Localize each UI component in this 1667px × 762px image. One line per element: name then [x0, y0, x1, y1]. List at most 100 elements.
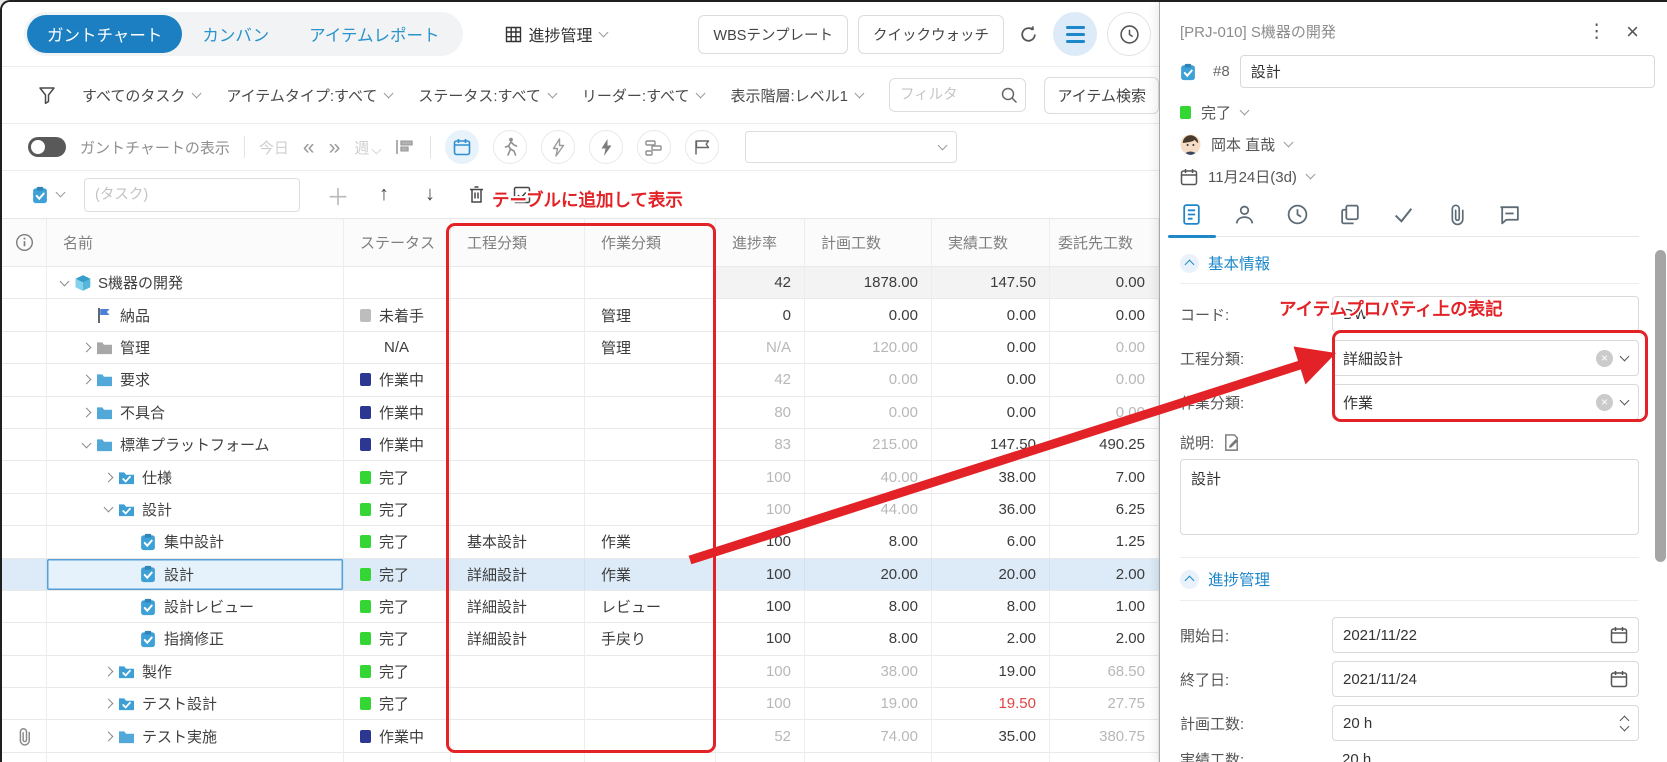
table-row[interactable]: 製作完了10038.0019.0068.50 — [2, 656, 1159, 688]
kotei-cell[interactable]: 詳細設計 — [451, 623, 585, 654]
sagyo-cell[interactable] — [585, 461, 716, 492]
today-button[interactable]: 今日 — [259, 137, 289, 158]
kotei-cell[interactable] — [451, 656, 585, 687]
clear-icon[interactable]: × — [1596, 394, 1613, 411]
task-name-cell[interactable]: 製作 — [47, 656, 344, 687]
sagyo-cell[interactable] — [585, 397, 716, 428]
expand-caret-icon[interactable] — [104, 731, 114, 741]
status-cell[interactable]: 作業中 — [344, 720, 451, 751]
table-row[interactable]: 集中設計完了基本設計作業1008.006.001.25 — [2, 526, 1159, 558]
kotei-cell[interactable]: 詳細設計 — [451, 559, 585, 590]
task-name-cell[interactable]: 管理 — [47, 332, 344, 363]
panel-tab-check-icon[interactable] — [1392, 203, 1416, 227]
kotei-cell[interactable] — [451, 688, 585, 719]
task-name-cell[interactable]: 指摘修正 — [47, 623, 344, 654]
sagyo-cell[interactable] — [585, 494, 716, 525]
table-row[interactable]: 設計完了詳細設計作業10020.0020.002.00 — [2, 559, 1159, 591]
scroll-left-icon[interactable]: « — [303, 137, 315, 158]
item-search-button[interactable]: アイテム検索 — [1044, 77, 1159, 114]
status-select[interactable]: 完了 — [1180, 102, 1639, 123]
table-row[interactable]: 設計レビュー完了詳細設計レビュー1008.008.001.00 — [2, 591, 1159, 623]
move-up-icon[interactable]: ↑ — [364, 183, 404, 206]
expand-caret-icon[interactable] — [104, 472, 114, 482]
status-cell[interactable]: 完了 — [344, 461, 451, 492]
sagyo-cell[interactable] — [585, 267, 716, 298]
status-cell[interactable]: N/A — [344, 332, 451, 363]
kotei-cell[interactable] — [451, 299, 585, 330]
timeline-outline-icon[interactable] — [394, 138, 416, 156]
gantt-bars-button[interactable] — [637, 130, 671, 164]
collapse-icon[interactable] — [1180, 254, 1199, 273]
sagyo-cell[interactable]: レビュー — [585, 591, 716, 622]
collapse-caret-icon[interactable] — [104, 503, 114, 513]
column-header-status[interactable]: ステータス — [344, 219, 451, 266]
item-name-input[interactable] — [1240, 55, 1655, 88]
sagyo-cell[interactable] — [585, 720, 716, 751]
flag-banner-button[interactable] — [685, 130, 719, 164]
bolt-filled-button[interactable] — [589, 130, 623, 164]
kotei-cell[interactable] — [451, 364, 585, 395]
sagyo-cell[interactable]: 手戻り — [585, 623, 716, 654]
scroll-right-icon[interactable]: » — [329, 137, 341, 158]
filter-item-type[interactable]: アイテムタイプ:すべて — [226, 85, 392, 106]
sagyo-cell[interactable]: 作業 — [585, 559, 716, 590]
move-down-icon[interactable]: ↓ — [410, 183, 450, 206]
expand-caret-icon[interactable] — [82, 407, 92, 417]
history-clock-button[interactable] — [1107, 12, 1151, 56]
column-header-outsourced[interactable]: 委託先工数 — [1050, 219, 1159, 266]
kotei-cell[interactable] — [451, 332, 585, 363]
table-row[interactable]: 不具合作業中800.000.000.00 — [2, 397, 1159, 429]
sagyo-cell[interactable] — [585, 429, 716, 460]
refresh-icon[interactable] — [1018, 24, 1039, 45]
column-header-actual[interactable]: 実績工数 — [932, 219, 1050, 266]
gantt-combobox[interactable] — [745, 131, 957, 163]
task-name-cell[interactable]: 設計レビュー — [47, 591, 344, 622]
zoom-unit-select[interactable]: 週 — [354, 137, 380, 158]
panel-tab-clock-icon[interactable] — [1286, 203, 1310, 227]
stepper-icon[interactable] — [1621, 717, 1628, 730]
column-header-planned[interactable]: 計画工数 — [805, 219, 932, 266]
sagyo-cell[interactable]: 管理 — [585, 332, 716, 363]
table-row[interactable]: 要求作業中420.000.000.00 — [2, 364, 1159, 396]
kotei-cell[interactable]: 詳細設計 — [451, 591, 585, 622]
table-row[interactable]: 管理N/A管理N/A120.000.000.00 — [2, 332, 1159, 364]
filter-leader[interactable]: リーダー:すべて — [582, 85, 705, 106]
new-task-input[interactable] — [84, 178, 300, 212]
description-textarea[interactable]: 設計 — [1180, 459, 1639, 535]
planned-hours-input[interactable]: 20 h — [1332, 705, 1639, 741]
panel-tab-paperclip-icon[interactable] — [1445, 203, 1469, 227]
hamburger-menu-button[interactable] — [1053, 12, 1097, 56]
table-row[interactable]: 納品未着手管理00.000.000.00 — [2, 299, 1159, 331]
clear-icon[interactable]: × — [1596, 350, 1613, 367]
task-name-cell[interactable]: 仕様 — [47, 461, 344, 492]
status-cell[interactable]: 完了 — [344, 688, 451, 719]
status-cell[interactable]: 完了 — [344, 494, 451, 525]
walker-button[interactable] — [493, 130, 527, 164]
status-cell[interactable]: 完了 — [344, 526, 451, 557]
task-name-cell[interactable]: 設計 — [47, 494, 344, 525]
status-cell[interactable]: 作業中 — [344, 364, 451, 395]
gantt-visibility-toggle[interactable] — [28, 137, 66, 157]
bolt-outline-button[interactable] — [541, 130, 575, 164]
task-type-icon[interactable] — [32, 186, 51, 204]
filter-all-tasks[interactable]: すべてのタスク — [82, 85, 200, 106]
edit-document-icon[interactable] — [1222, 433, 1241, 452]
start-date-input[interactable]: 2021/11/22 — [1332, 617, 1639, 653]
table-row[interactable]: テスト設計完了10019.0019.5027.75 — [2, 688, 1159, 720]
task-name-cell[interactable]: 集中設計 — [47, 526, 344, 557]
panel-tab-comment-icon[interactable] — [1498, 203, 1522, 227]
column-header-progress[interactable]: 進捗率 — [716, 219, 805, 266]
board-selector[interactable]: 進捗管理 — [505, 22, 607, 46]
kotei-cell[interactable] — [451, 461, 585, 492]
task-name-cell[interactable]: テスト設計 — [47, 688, 344, 719]
tab-gantt-chart[interactable]: ガントチャート — [27, 15, 182, 53]
status-cell[interactable]: 作業中 — [344, 429, 451, 460]
expand-caret-icon[interactable] — [104, 699, 114, 709]
panel-tab-copy-icon[interactable] — [1339, 203, 1363, 227]
status-cell[interactable]: 完了 — [344, 623, 451, 654]
expand-caret-icon[interactable] — [82, 343, 92, 353]
info-column-header[interactable] — [2, 219, 47, 266]
expand-caret-icon[interactable] — [104, 666, 114, 676]
kotei-select[interactable]: 詳細設計 × — [1332, 340, 1639, 376]
sagyo-select[interactable]: 作業 × — [1332, 384, 1639, 420]
